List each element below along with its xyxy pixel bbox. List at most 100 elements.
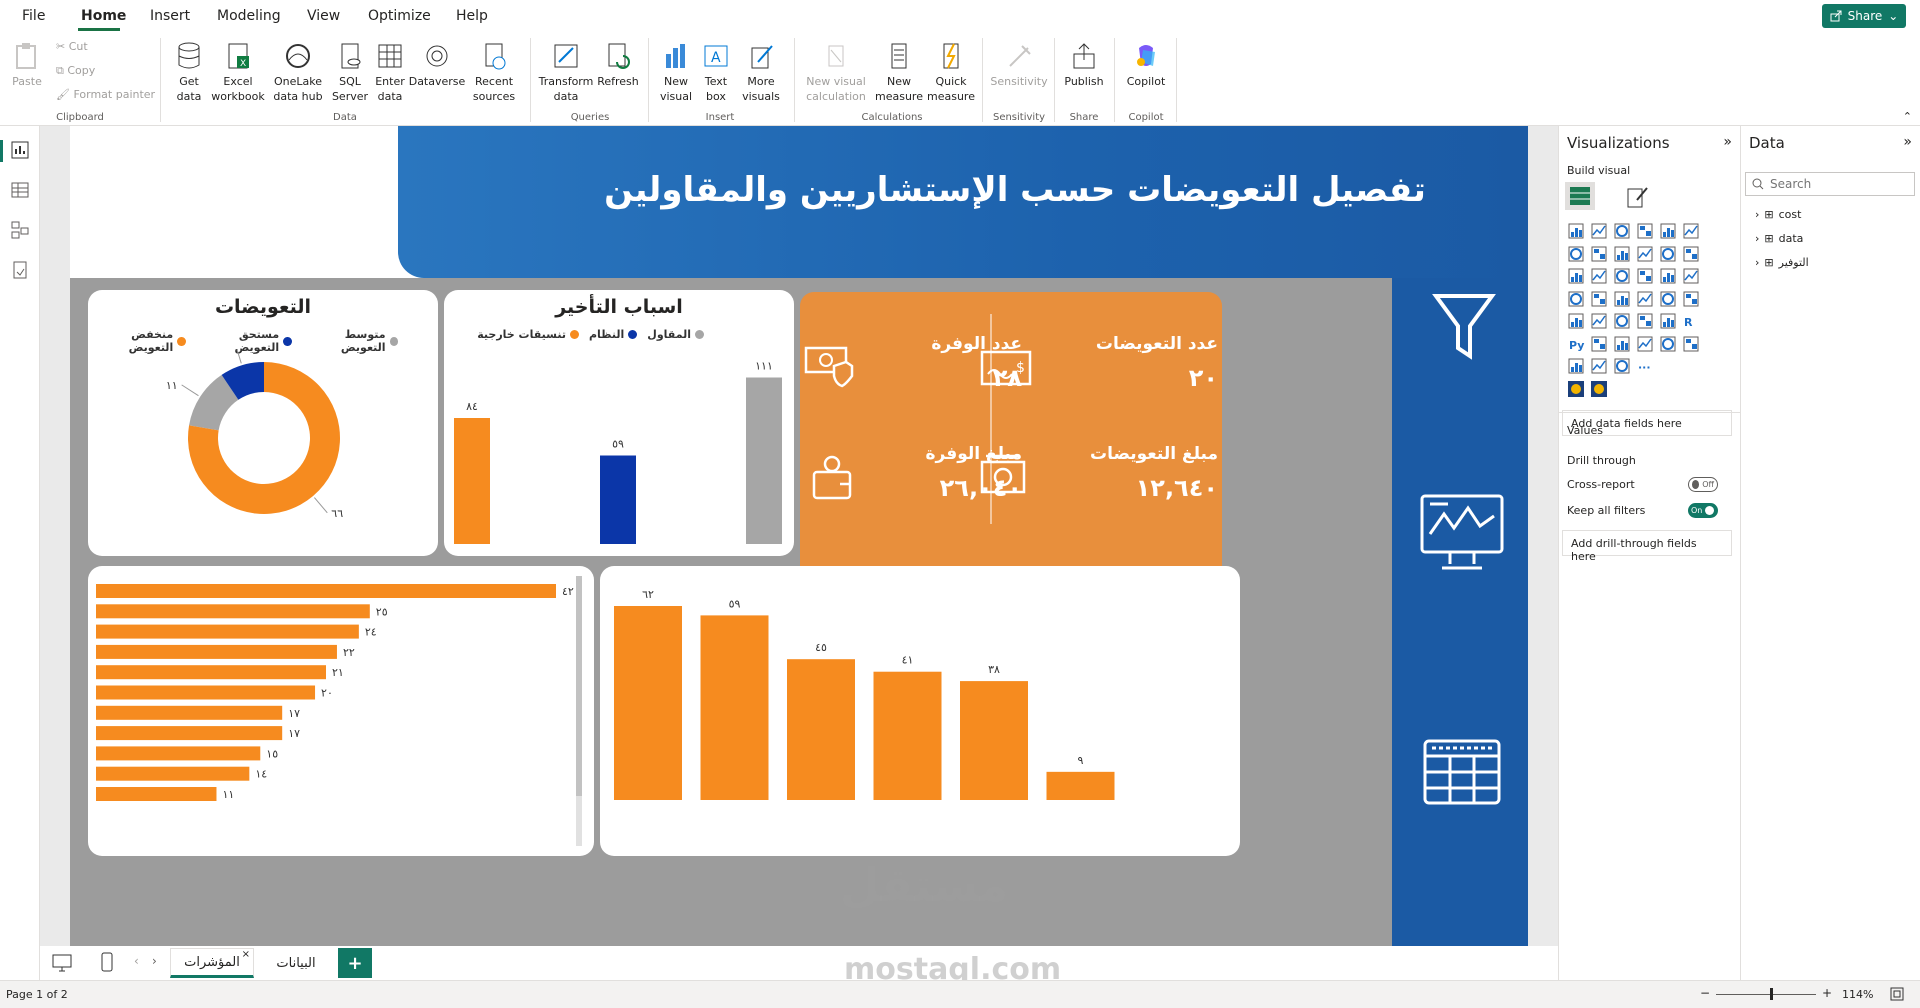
legend-item[interactable]: المقاول: [647, 328, 704, 341]
vertical-bar-card[interactable]: ٦٢ ٥٩ ٤٥ ٤١ ٣٨ ٩: [600, 566, 1240, 856]
dax-query-icon[interactable]: [10, 260, 30, 280]
custom-2-icon[interactable]: [1590, 380, 1608, 398]
zoom-in-icon[interactable]: +: [1822, 986, 1832, 1000]
hbar[interactable]: [96, 644, 337, 659]
hbar[interactable]: [96, 604, 370, 619]
refresh-button[interactable]: Refresh: [596, 40, 640, 89]
fit-to-page-icon[interactable]: [1890, 987, 1904, 1001]
power-automate-icon[interactable]: [1613, 357, 1631, 375]
search-input[interactable]: [1770, 177, 1900, 191]
ribbon-icon[interactable]: [1682, 245, 1700, 263]
hbar[interactable]: [96, 685, 316, 700]
keep-filters-toggle[interactable]: On: [1688, 503, 1718, 518]
page-tab-indicators[interactable]: المؤشرات ×: [170, 948, 254, 978]
dataverse-button[interactable]: Dataverse: [409, 40, 465, 89]
treemap-icon[interactable]: [1682, 267, 1700, 285]
menu-insert[interactable]: Insert: [150, 8, 190, 24]
collapse-pane-icon[interactable]: »: [1903, 134, 1912, 150]
hbar[interactable]: [96, 766, 250, 781]
kpi-icon[interactable]: [1590, 312, 1608, 330]
table-icon[interactable]: [1636, 312, 1654, 330]
vbar[interactable]: [614, 606, 682, 800]
hbar[interactable]: [96, 665, 326, 680]
menu-file[interactable]: File: [22, 8, 45, 24]
hbar[interactable]: [96, 705, 283, 720]
menu-optimize[interactable]: Optimize: [368, 8, 431, 24]
table-item-data[interactable]: › ⊞ data: [1755, 232, 1803, 245]
table-view-icon[interactable]: [10, 180, 30, 200]
zoom-slider[interactable]: [1716, 994, 1816, 995]
paste-button[interactable]: Paste: [12, 40, 42, 89]
hbar[interactable]: [96, 787, 217, 801]
scroll-right-icon[interactable]: ›: [152, 954, 157, 968]
qna-icon[interactable]: [1636, 335, 1654, 353]
desktop-layout-icon[interactable]: [52, 954, 72, 972]
hbar[interactable]: [96, 624, 359, 639]
funnel-icon[interactable]: [1590, 267, 1608, 285]
text-box-button[interactable]: A Text box: [698, 40, 734, 104]
collapse-pane-icon[interactable]: »: [1723, 134, 1732, 150]
line-stacked-icon[interactable]: [1659, 245, 1677, 263]
donut-icon[interactable]: [1659, 267, 1677, 285]
shape-map-icon[interactable]: [1613, 290, 1631, 308]
key-influencers-icon[interactable]: [1590, 335, 1608, 353]
card-icon[interactable]: [1682, 290, 1700, 308]
build-visual-tab[interactable]: [1565, 182, 1595, 210]
hbar[interactable]: [96, 584, 556, 598]
stacked-bar-icon[interactable]: [1567, 222, 1585, 240]
mobile-layout-icon[interactable]: [100, 952, 114, 972]
azure-map-icon[interactable]: [1636, 290, 1654, 308]
sql-server-button[interactable]: SQL Server: [330, 40, 370, 104]
area-icon[interactable]: [1590, 245, 1608, 263]
data-search-box[interactable]: [1745, 172, 1915, 196]
vbar[interactable]: [787, 659, 855, 800]
vbar[interactable]: [873, 671, 942, 800]
values-drop-zone[interactable]: Add data fields here: [1562, 410, 1732, 436]
menu-help[interactable]: Help: [456, 8, 488, 24]
menu-modeling[interactable]: Modeling: [217, 8, 281, 24]
share-button[interactable]: Share ⌄: [1822, 4, 1906, 28]
100-bar-icon[interactable]: [1659, 222, 1677, 240]
dashboard-monitor-icon[interactable]: [1418, 492, 1506, 574]
clustered-bar-icon[interactable]: [1613, 222, 1631, 240]
data-table-icon[interactable]: [1422, 738, 1502, 806]
get-data-button[interactable]: Get data: [168, 40, 210, 104]
more-visuals-button[interactable]: More visuals: [736, 40, 786, 104]
filled-map-icon[interactable]: [1590, 290, 1608, 308]
more-icon[interactable]: ···: [1636, 357, 1654, 375]
vbar[interactable]: [1046, 771, 1115, 800]
format-painter-button[interactable]: 🖌 Format painter: [56, 88, 155, 101]
slicer-icon[interactable]: [1613, 312, 1631, 330]
power-apps-icon[interactable]: [1590, 357, 1608, 375]
clustered-column-icon[interactable]: [1636, 222, 1654, 240]
gauge-icon[interactable]: [1659, 290, 1677, 308]
close-icon[interactable]: ×: [242, 949, 250, 960]
page-tab-data[interactable]: البيانات: [256, 948, 336, 978]
format-visual-icon[interactable]: [1625, 184, 1651, 210]
scrollbar-track[interactable]: [576, 576, 582, 846]
cut-button[interactable]: ✂ Cut: [56, 40, 88, 53]
menu-view[interactable]: View: [307, 8, 340, 24]
line-icon[interactable]: [1567, 245, 1585, 263]
legend-item[interactable]: النظام: [589, 328, 638, 341]
model-view-icon[interactable]: [10, 220, 30, 240]
hbar[interactable]: [96, 746, 261, 761]
multi-card-icon[interactable]: [1567, 312, 1585, 330]
delay-bar[interactable]: [600, 455, 636, 545]
onelake-button[interactable]: OneLake data hub: [268, 40, 328, 104]
sensitivity-button[interactable]: Sensitivity: [990, 40, 1048, 89]
hbar[interactable]: [96, 726, 283, 741]
quick-measure-button[interactable]: Quick measure: [924, 40, 978, 104]
enter-data-button[interactable]: Enter data: [372, 40, 408, 104]
pie-icon[interactable]: [1636, 267, 1654, 285]
donut-chart-card[interactable]: التعويضات متوسط التعويض مستحق التعويض من…: [88, 290, 438, 556]
drill-through-drop-zone[interactable]: Add drill-through fields here: [1562, 530, 1732, 563]
collapse-ribbon-icon[interactable]: ⌃: [1903, 110, 1912, 123]
r-visual-icon[interactable]: R: [1682, 312, 1700, 330]
waterfall-icon[interactable]: [1567, 267, 1585, 285]
cross-report-toggle[interactable]: Off: [1688, 477, 1718, 492]
copilot-button[interactable]: Copilot: [1122, 40, 1170, 89]
new-visual-calculation-button[interactable]: New visual calculation: [802, 40, 870, 104]
zoom-out-icon[interactable]: −: [1700, 986, 1710, 1000]
line-column-icon[interactable]: [1636, 245, 1654, 263]
